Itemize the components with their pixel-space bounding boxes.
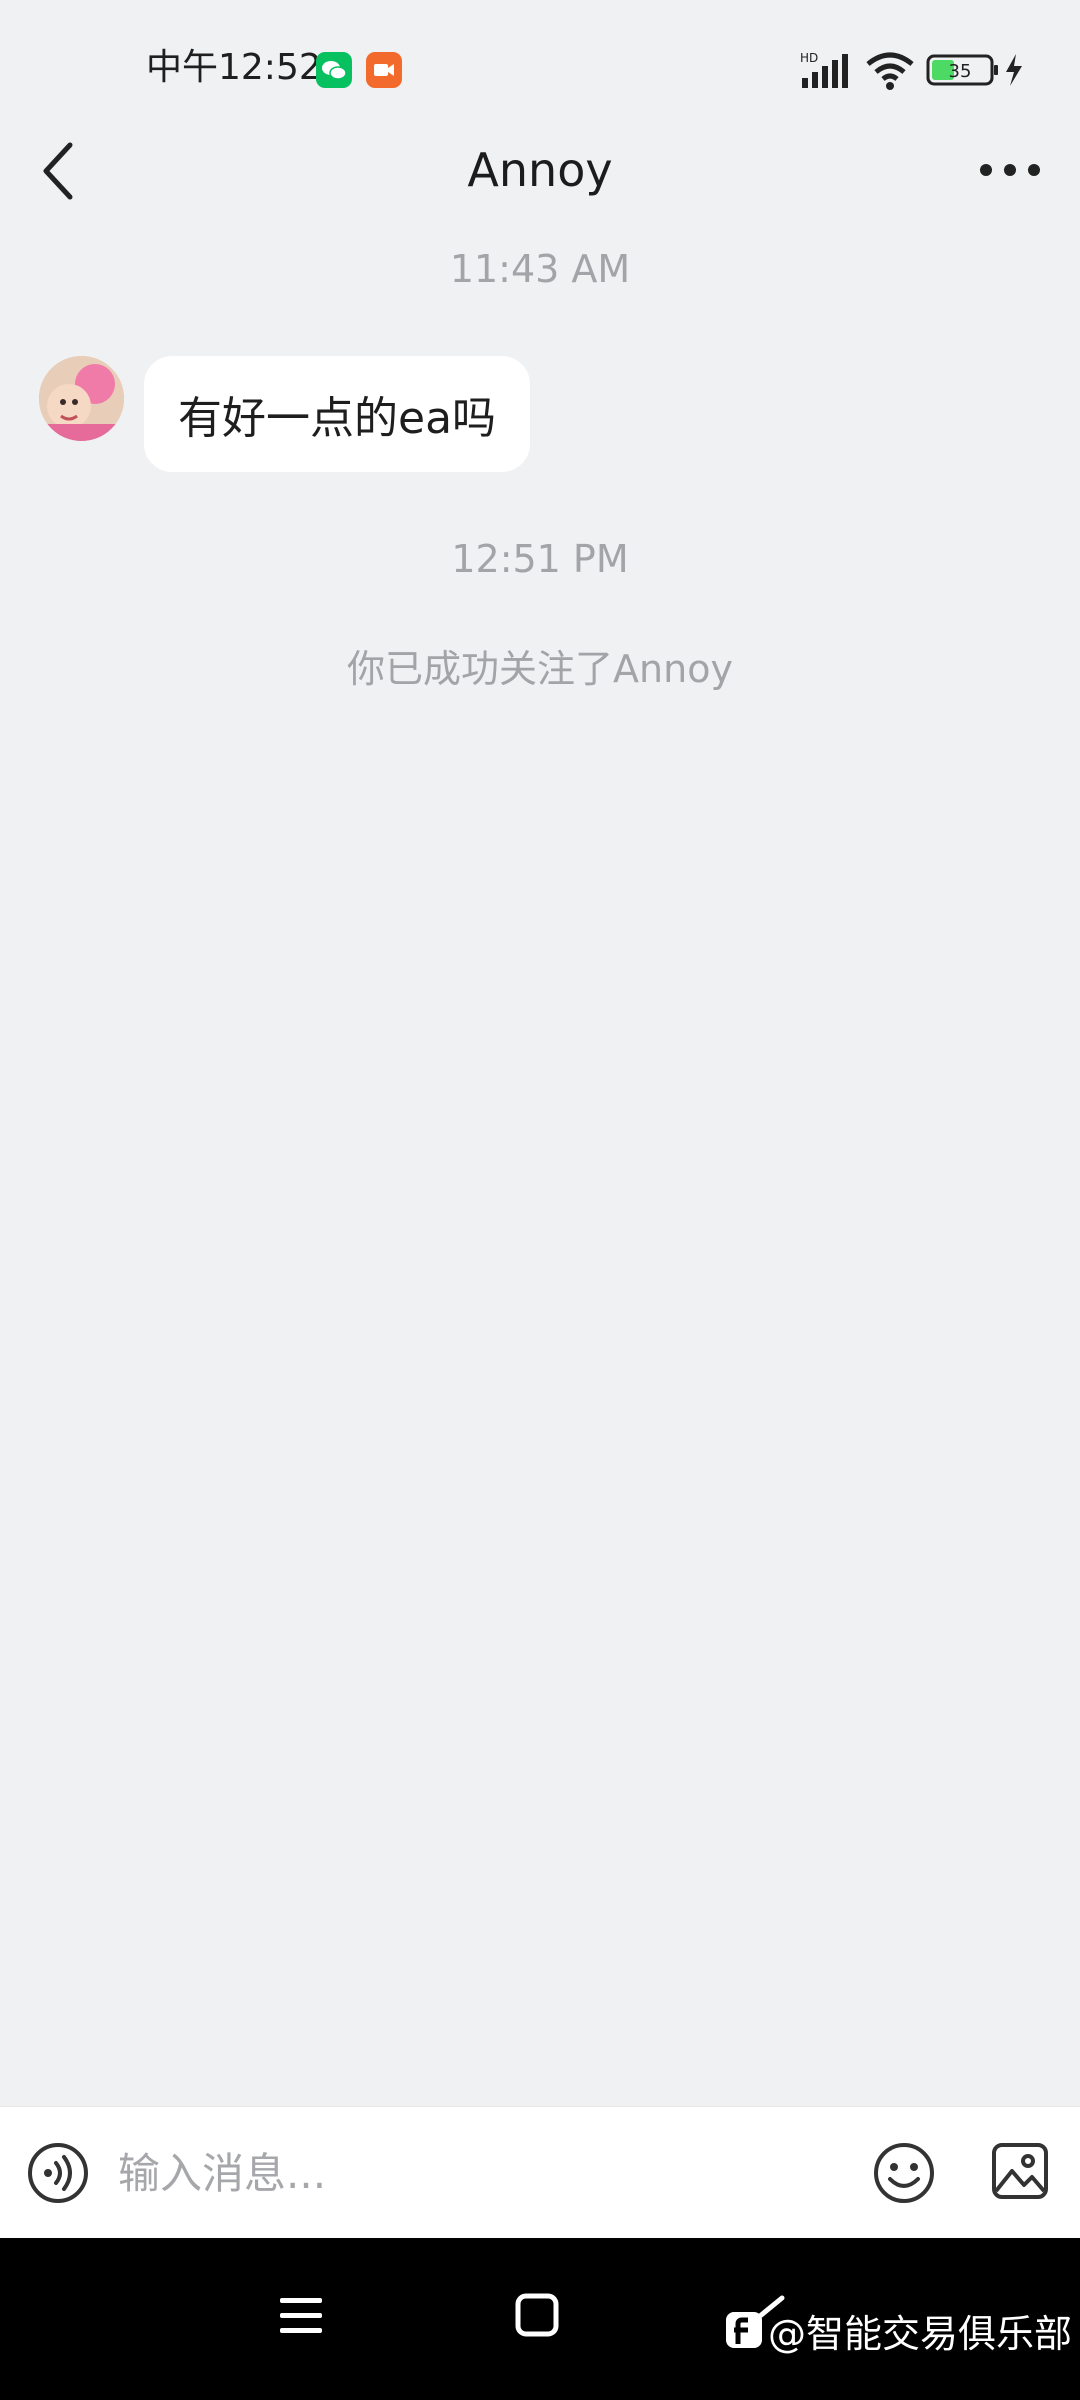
- page-title: Annoy: [467, 143, 613, 197]
- emoji-icon: [874, 2143, 934, 2203]
- menu-icon: [280, 2298, 322, 2333]
- svg-text:35: 35: [949, 61, 972, 82]
- home-button[interactable]: [514, 2292, 560, 2338]
- voice-button[interactable]: [26, 2141, 90, 2205]
- battery-icon: 35: [926, 54, 998, 86]
- charging-icon: [1006, 54, 1022, 86]
- message-text: 有好一点的ea吗: [178, 393, 497, 444]
- status-time: 中午12:52: [146, 47, 322, 88]
- image-button[interactable]: [990, 2141, 1050, 2201]
- watermark: @智能交易俱乐部: [724, 2300, 1072, 2360]
- system-notice: 你已成功关注了Annoy: [347, 647, 733, 691]
- status-bar: 中午12:52 HD 35: [0, 0, 1080, 120]
- more-icon: [980, 164, 1040, 176]
- message-input[interactable]: [118, 2137, 838, 2209]
- svg-text:HD: HD: [800, 51, 818, 65]
- avatar[interactable]: [39, 356, 124, 441]
- watermark-text: @智能交易俱乐部: [768, 2311, 1073, 2356]
- recent-apps-button[interactable]: [278, 2294, 324, 2338]
- home-icon: [515, 2293, 559, 2337]
- status-indicators: HD 35: [800, 48, 1030, 92]
- watermark-logo-icon: [726, 2312, 762, 2348]
- signal-icon: HD: [800, 51, 848, 88]
- message-input-bar: [0, 2106, 1080, 2238]
- message-timestamp: 11:43 AM: [449, 247, 631, 291]
- system-nav-bar: @智能交易俱乐部: [0, 2238, 1080, 2400]
- voice-icon: [28, 2143, 88, 2203]
- image-icon: [992, 2143, 1048, 2199]
- message-timestamp: 12:51 PM: [451, 537, 629, 581]
- more-options-button[interactable]: [970, 144, 1050, 196]
- chat-header: Annoy: [0, 120, 1080, 220]
- video-notification-icon: [366, 52, 402, 88]
- message-bubble[interactable]: 有好一点的ea吗: [144, 356, 531, 472]
- wifi-icon: [866, 52, 914, 90]
- wechat-notification-icon: [316, 52, 352, 88]
- emoji-button[interactable]: [872, 2141, 936, 2205]
- chat-screen: 中午12:52 HD 35 Annoy 11:43 AM 有好一点的ea吗 12…: [0, 0, 1080, 2400]
